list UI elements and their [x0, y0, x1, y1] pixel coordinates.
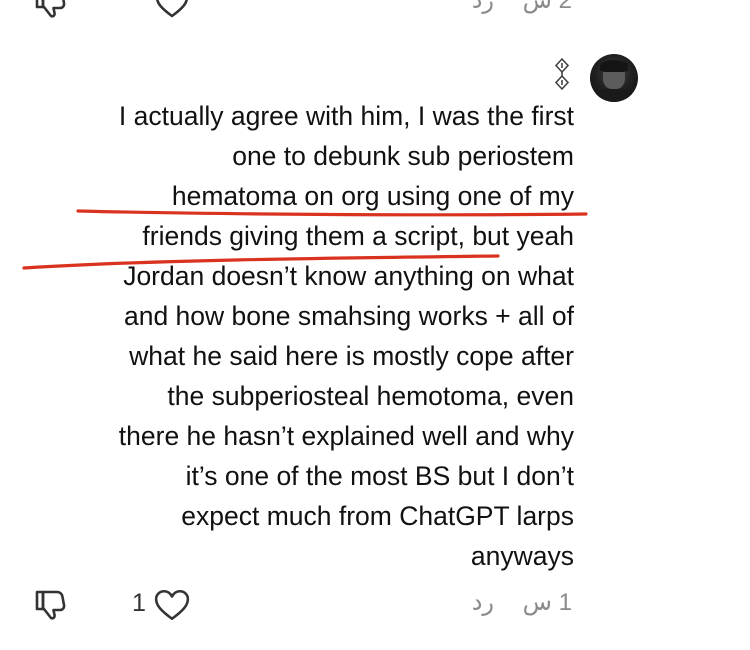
dislike-icon[interactable] — [34, 0, 68, 23]
comment-line: expect much from ChatGPT larps — [181, 501, 574, 531]
diamond-chain-icon — [552, 57, 572, 91]
comment-text: I actually agree with him, I was the fir… — [20, 96, 574, 576]
dislike-icon[interactable] — [34, 588, 68, 625]
like-count: 1 — [132, 589, 146, 617]
previous-comment-meta: 2 س رد — [472, 0, 572, 15]
comment-line: one to debunk sub periostem — [232, 141, 574, 171]
avatar[interactable] — [590, 54, 638, 102]
heart-icon[interactable] — [155, 0, 189, 23]
previous-comment-actions: 2 س رد — [0, 0, 750, 20]
comment-thread: 2 س رد I actually agree with him, I was … — [0, 0, 750, 650]
comment-line: friends giving them a script, but yeah — [142, 221, 574, 251]
timestamp: 1 س — [522, 589, 572, 616]
comment-line: there he hasn’t explained well and why — [118, 421, 574, 451]
comment-line: I actually agree with him, I was the fir… — [118, 101, 574, 131]
comment-line: what he said here is mostly cope after — [129, 341, 574, 371]
comment-meta: 1 س رد — [472, 588, 572, 617]
comment-line: and how bone smahsing works + all of — [123, 301, 574, 331]
comment-line: Jordan doesn’t know anything on what — [123, 261, 574, 291]
comment-line: hematoma on org using one of my — [171, 181, 574, 211]
reply-button[interactable]: رد — [472, 0, 494, 14]
comment-line: it’s one of the most BS but I don’t — [185, 461, 574, 491]
comment-line: anyways — [470, 541, 574, 571]
comment-line: the subperiosteal hemotoma, even — [167, 381, 574, 411]
reply-button[interactable]: رد — [472, 589, 494, 616]
timestamp: 2 س — [522, 0, 572, 14]
heart-icon[interactable] — [154, 589, 190, 626]
